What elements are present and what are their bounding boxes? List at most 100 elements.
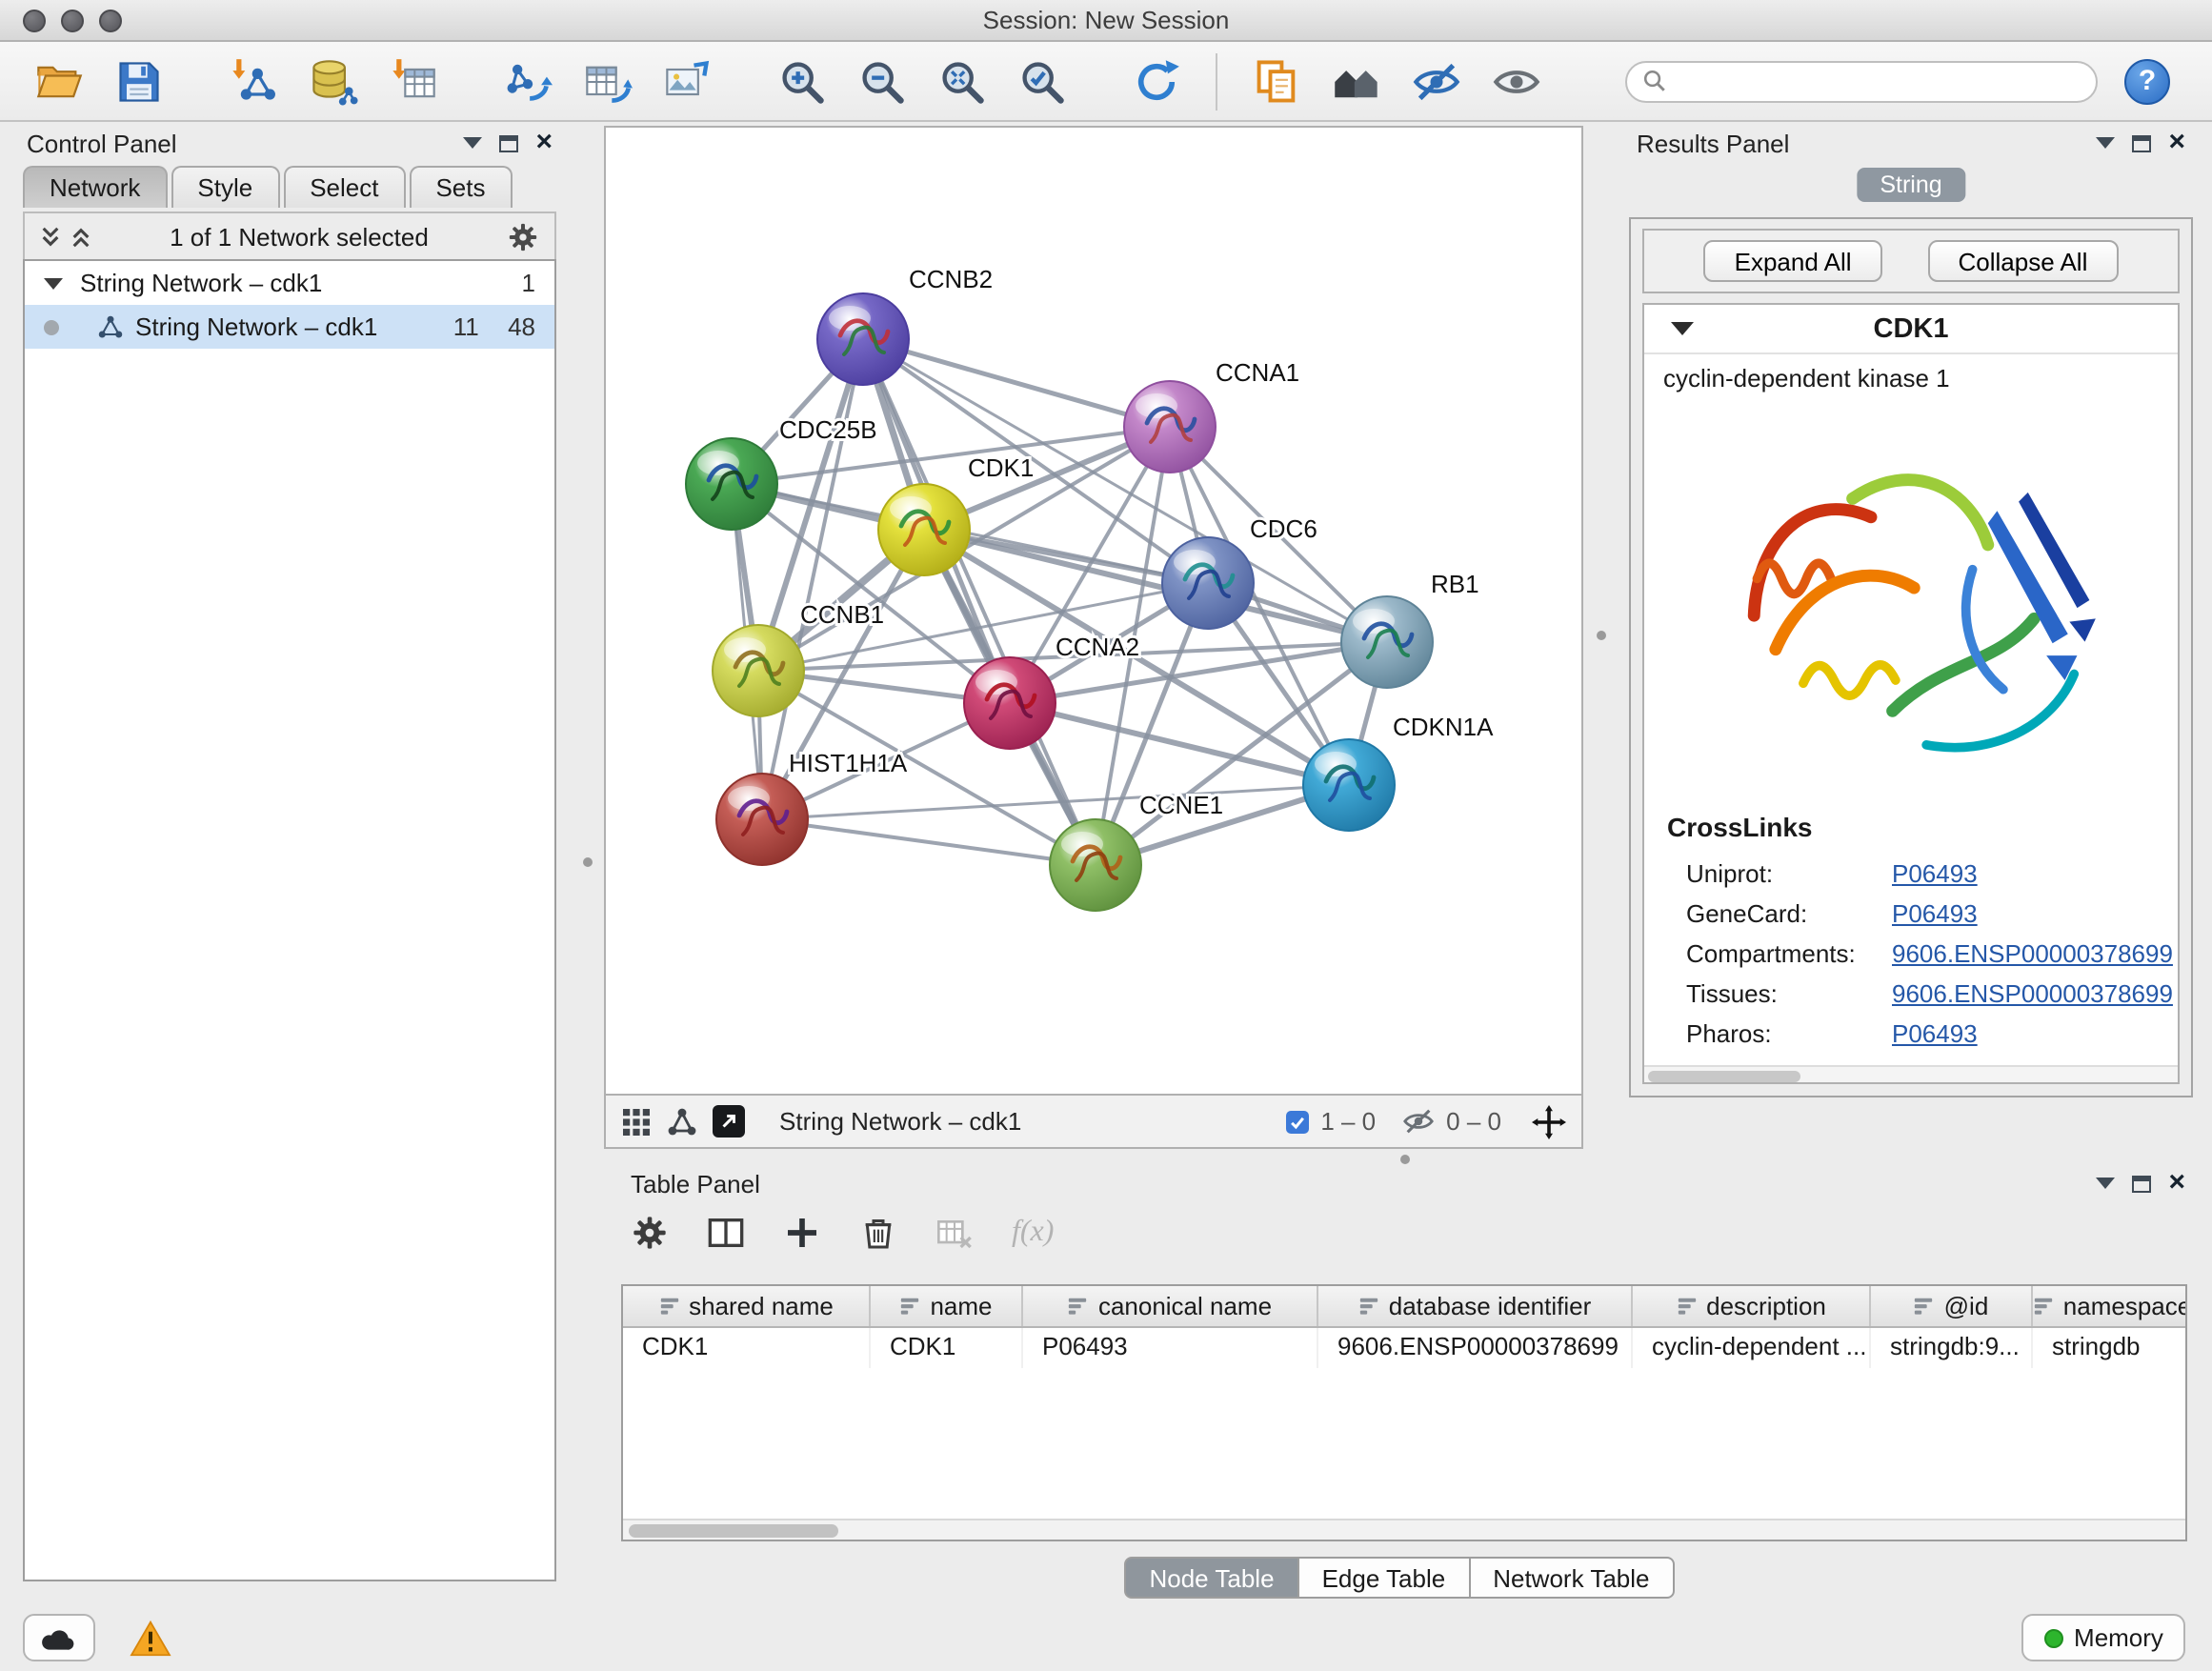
results-hscrollbar[interactable]	[1644, 1065, 2178, 1082]
network-node-CDK1[interactable]: CDK1	[878, 453, 1034, 575]
help-button[interactable]: ?	[2124, 58, 2170, 104]
memory-status-dot	[2043, 1628, 2062, 1647]
collapse-all-button[interactable]: Collapse All	[1928, 240, 2119, 282]
zoom-selected-button[interactable]	[1010, 49, 1075, 113]
network-node-CCNE1[interactable]: CCNE1	[1050, 791, 1223, 911]
panel-menu-icon[interactable]	[463, 137, 482, 149]
column-header-name[interactable]: name	[871, 1286, 1023, 1326]
zoom-fit-button[interactable]	[930, 49, 995, 113]
table-settings-gear-icon[interactable]	[631, 1214, 669, 1252]
panel-menu-icon[interactable]	[2096, 137, 2115, 149]
panel-float-icon[interactable]	[2132, 134, 2151, 151]
network-node-CCNA1[interactable]: CCNA1	[1124, 358, 1299, 473]
open-in-window-icon[interactable]	[713, 1105, 745, 1137]
warning-button[interactable]	[114, 1614, 187, 1661]
crosslink-link[interactable]: 9606.ENSP00000378699	[1892, 979, 2173, 1008]
column-header-canonical-name[interactable]: canonical name	[1023, 1286, 1318, 1326]
show-graphics-button[interactable]	[1484, 49, 1549, 113]
network-row[interactable]: String Network – cdk1 11 48	[25, 305, 554, 349]
control-panel-title: Control Panel	[27, 129, 177, 157]
grid-view-icon[interactable]	[621, 1106, 652, 1137]
search-field[interactable]	[1625, 60, 2098, 102]
tab-style[interactable]: Style	[171, 166, 279, 208]
export-network-icon	[503, 56, 553, 106]
memory-button[interactable]: Memory	[2021, 1614, 2185, 1661]
tab-string[interactable]: String	[1857, 168, 1964, 202]
tab-node-table[interactable]: Node Table	[1124, 1557, 1298, 1599]
splitter-handle[interactable]	[1597, 631, 1606, 640]
column-header-description[interactable]: description	[1633, 1286, 1871, 1326]
gear-icon[interactable]	[507, 221, 539, 253]
hidden-eye-icon[interactable]	[1402, 1105, 1435, 1137]
export-image-button[interactable]	[655, 49, 720, 113]
tree-expand-icon[interactable]	[44, 277, 63, 289]
hide-graphics-button[interactable]	[1404, 49, 1469, 113]
open-session-button[interactable]	[27, 49, 91, 113]
export-table-button[interactable]	[575, 49, 640, 113]
zoom-out-button[interactable]	[850, 49, 915, 113]
tab-edge-table[interactable]: Edge Table	[1297, 1557, 1471, 1599]
navigator-button[interactable]	[1324, 49, 1389, 113]
expand-all-button[interactable]: Expand All	[1704, 240, 1882, 282]
collapse-all-icon[interactable]	[70, 225, 91, 250]
splitter-handle[interactable]	[1400, 1155, 1410, 1164]
network-graph[interactable]: CCNB2CCNA1CDC25BCDK1CDC6RB1CCNB1CCNA2CDK…	[606, 128, 1581, 1094]
network-collection-row[interactable]: String Network – cdk1 1	[25, 261, 554, 305]
column-header-database-identifier[interactable]: database identifier	[1318, 1286, 1633, 1326]
panel-close-icon[interactable]: ×	[535, 133, 553, 152]
node-label: HIST1H1A	[789, 749, 908, 777]
pan-crosshair-icon[interactable]	[1532, 1104, 1566, 1138]
crosslink-link[interactable]: P06493	[1892, 1019, 1978, 1048]
delete-column-icon[interactable]	[859, 1214, 897, 1252]
selection-status: 1 of 1 Network selected	[91, 223, 507, 252]
scrollbar-thumb[interactable]	[629, 1524, 838, 1538]
network-counts: 11 48	[430, 312, 535, 341]
table-cell: cyclin-dependent ...	[1633, 1328, 1871, 1368]
tab-select[interactable]: Select	[283, 166, 405, 208]
search-input[interactable]	[1677, 66, 2081, 96]
birdseye-view-icon[interactable]	[667, 1106, 697, 1137]
navigator-houses-icon	[1332, 56, 1381, 106]
annotation-button[interactable]	[1244, 49, 1309, 113]
column-header--id[interactable]: @id	[1871, 1286, 2033, 1326]
tab-network[interactable]: Network	[23, 166, 167, 208]
panel-menu-icon[interactable]	[2096, 1178, 2115, 1189]
expand-all-icon[interactable]	[40, 225, 61, 250]
crosslink-link[interactable]: 9606.ENSP00000378699	[1892, 939, 2173, 968]
import-network-icon	[229, 56, 278, 106]
panel-close-icon[interactable]: ×	[2168, 1174, 2185, 1193]
gene-entry-header[interactable]: CDK1	[1644, 305, 2178, 354]
column-sort-icon	[2033, 1296, 2054, 1317]
column-header-shared-name[interactable]: shared name	[623, 1286, 871, 1326]
network-canvas[interactable]: CCNB2CCNA1CDC25BCDK1CDC6RB1CCNB1CCNA2CDK…	[604, 126, 1583, 1096]
refresh-button[interactable]	[1124, 49, 1189, 113]
tab-sets[interactable]: Sets	[409, 166, 512, 208]
export-network-button[interactable]	[495, 49, 560, 113]
show-columns-icon[interactable]	[707, 1214, 745, 1252]
crosslink-link[interactable]: P06493	[1892, 899, 1978, 928]
cloud-button[interactable]	[23, 1614, 95, 1661]
column-header-namespace[interactable]: namespace	[2033, 1286, 2187, 1326]
selected-checkbox-icon[interactable]	[1286, 1110, 1309, 1133]
crosslink-link[interactable]: P06493	[1892, 859, 1978, 888]
network-node-HIST1H1A[interactable]: HIST1H1A	[716, 749, 908, 865]
panel-float-icon[interactable]	[499, 134, 518, 151]
import-table-file-button[interactable]	[381, 49, 446, 113]
panel-close-icon[interactable]: ×	[2168, 133, 2185, 152]
window-title: Session: New Session	[0, 6, 2212, 34]
table-row[interactable]: CDK1CDK1P064939606.ENSP00000378699cyclin…	[623, 1328, 2185, 1368]
import-network-database-button[interactable]	[301, 49, 366, 113]
network-node-CDKN1A[interactable]: CDKN1A	[1303, 713, 1494, 831]
zoom-in-button[interactable]	[770, 49, 835, 113]
import-network-file-button[interactable]	[221, 49, 286, 113]
table-hscrollbar[interactable]	[623, 1519, 2185, 1540]
network-node-CCNB1[interactable]: CCNB1	[713, 600, 884, 716]
tab-network-table[interactable]: Network Table	[1468, 1557, 1674, 1599]
splitter-handle[interactable]	[583, 857, 593, 867]
panel-float-icon[interactable]	[2132, 1175, 2151, 1192]
cloud-icon	[40, 1624, 78, 1651]
network-node-RB1[interactable]: RB1	[1341, 570, 1479, 688]
column-sort-icon	[658, 1296, 679, 1317]
add-column-icon[interactable]	[783, 1214, 821, 1252]
save-session-button[interactable]	[107, 49, 171, 113]
